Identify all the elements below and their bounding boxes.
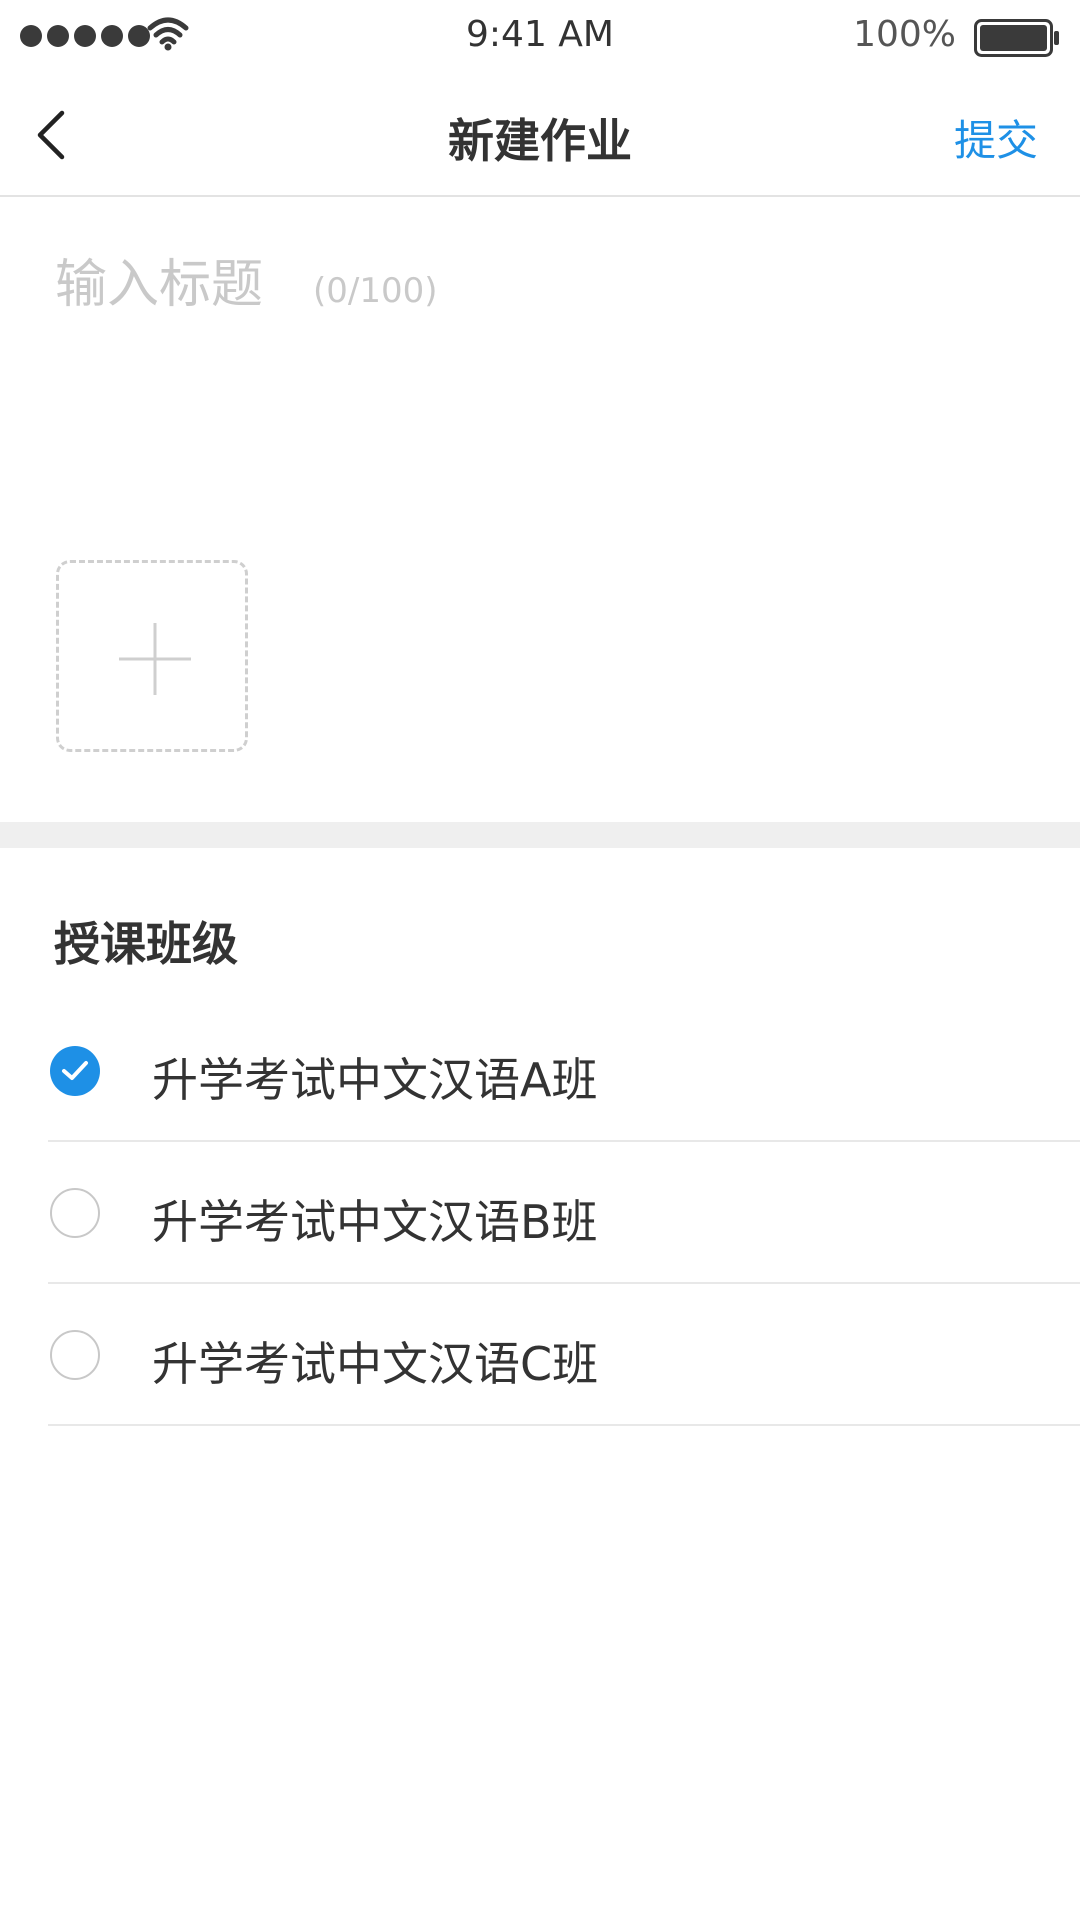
battery-icon	[974, 19, 1059, 57]
submit-button[interactable]: 提交	[954, 107, 1038, 168]
class-option-b[interactable]: 升学考试中文汉语B班	[0, 1142, 1080, 1284]
list-divider	[48, 1424, 1080, 1426]
page-title: 新建作业	[448, 114, 632, 168]
add-image-button[interactable]	[56, 560, 248, 752]
class-section-heading: 授课班级	[54, 917, 238, 971]
radio-unchecked-icon[interactable]	[50, 1188, 100, 1238]
title-character-counter: (0/100)	[313, 271, 438, 311]
navigation-bar: 新建作业 提交	[0, 75, 1080, 197]
class-option-label: 升学考试中文汉语C班	[152, 1337, 599, 1391]
radio-checked-icon[interactable]	[50, 1046, 100, 1096]
battery-percent: 100%	[853, 14, 956, 55]
title-input-row: (0/100)	[55, 255, 1025, 315]
title-input[interactable]	[55, 255, 305, 315]
class-list: 升学考试中文汉语A班 升学考试中文汉语B班 升学考试中文汉语C班	[0, 1000, 1080, 1426]
status-bar: 9:41 AM 100%	[0, 0, 1080, 75]
section-separator	[0, 822, 1080, 848]
plus-icon	[119, 623, 191, 695]
class-option-c[interactable]: 升学考试中文汉语C班	[0, 1284, 1080, 1426]
class-option-a[interactable]: 升学考试中文汉语A班	[0, 1000, 1080, 1142]
class-option-label: 升学考试中文汉语B班	[152, 1195, 598, 1249]
radio-unchecked-icon[interactable]	[50, 1330, 100, 1380]
class-option-label: 升学考试中文汉语A班	[152, 1053, 598, 1107]
